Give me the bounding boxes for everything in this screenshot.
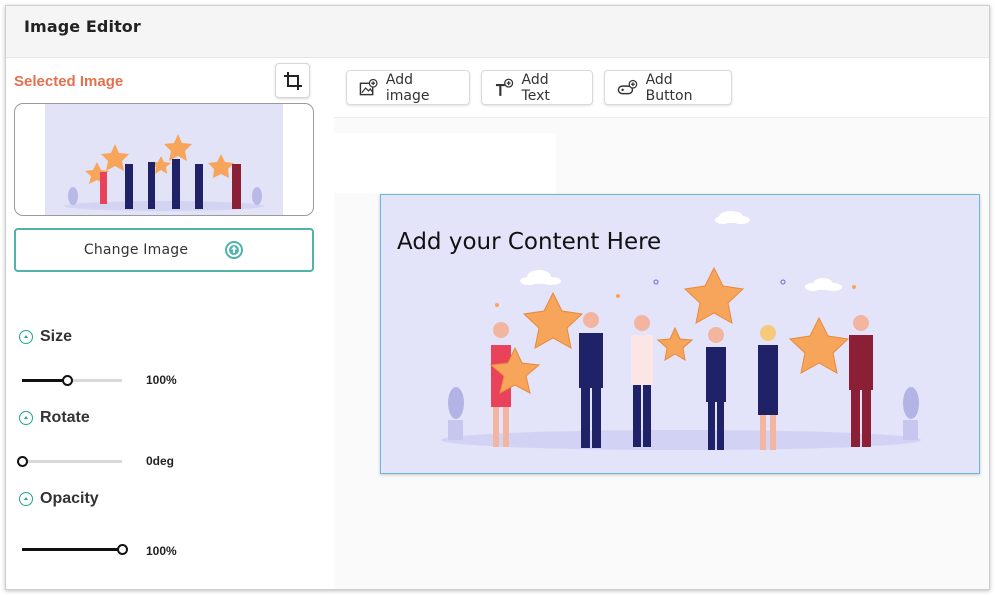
size-slider-fill [22, 379, 67, 382]
rotate-title: Rotate [40, 409, 90, 426]
selected-image-label: Selected Image [14, 73, 124, 90]
collapse-opacity-icon[interactable] [19, 492, 33, 506]
app-title: Image Editor [24, 17, 141, 36]
opacity-slider-knob[interactable] [117, 544, 128, 555]
crop-button[interactable] [275, 63, 310, 98]
add-image-label: Add image [385, 71, 430, 104]
add-text-icon [495, 78, 514, 96]
rotate-value: 0deg [146, 454, 175, 468]
size-slider[interactable] [22, 375, 122, 386]
size-title: Size [40, 328, 73, 345]
add-button-icon [617, 79, 638, 94]
canvas-area[interactable]: Add your Content Here [334, 118, 989, 589]
opacity-value: 100% [146, 544, 177, 558]
crop-icon [283, 71, 302, 90]
selected-image-preview[interactable] [14, 103, 314, 216]
top-bar: Image Editor [6, 6, 989, 58]
thumbnail-illustration [45, 104, 283, 215]
size-slider-knob[interactable] [62, 375, 73, 386]
size-value: 100% [146, 373, 177, 387]
upload-icon [225, 241, 244, 259]
opacity-title: Opacity [40, 490, 99, 507]
rotate-slider[interactable] [17, 456, 122, 467]
collapse-size-icon[interactable] [19, 330, 33, 344]
canvas-image[interactable]: Add your Content Here [380, 194, 980, 474]
add-image-button[interactable]: Add image [346, 70, 470, 105]
change-image-button[interactable]: Change Image [14, 228, 314, 272]
add-text-label: Add Text [521, 71, 550, 104]
collapse-rotate-icon[interactable] [19, 411, 33, 425]
change-image-label: Change Image [83, 242, 189, 258]
editor-window: Image Editor Selected Image Change Image… [5, 5, 990, 590]
toolbar: Add image Add Text Add Button [334, 58, 989, 118]
add-button-label: Add Button [645, 71, 693, 104]
main-area: Add image Add Text Add Button Add your C… [334, 58, 989, 589]
size-section: Size [19, 328, 72, 346]
add-image-icon [359, 78, 378, 95]
opacity-section: Opacity [19, 490, 99, 508]
add-button-button[interactable]: Add Button [604, 70, 732, 105]
canvas-placeholder [334, 133, 556, 193]
opacity-slider[interactable] [22, 544, 128, 555]
canvas-content-text[interactable]: Add your Content Here [397, 229, 661, 255]
rotate-slider-knob[interactable] [17, 456, 28, 467]
add-text-button[interactable]: Add Text [481, 70, 593, 105]
rotate-section: Rotate [19, 409, 90, 427]
sidebar: Selected Image Change Image Size 100% Ro… [6, 58, 334, 589]
opacity-slider-fill [22, 548, 122, 551]
